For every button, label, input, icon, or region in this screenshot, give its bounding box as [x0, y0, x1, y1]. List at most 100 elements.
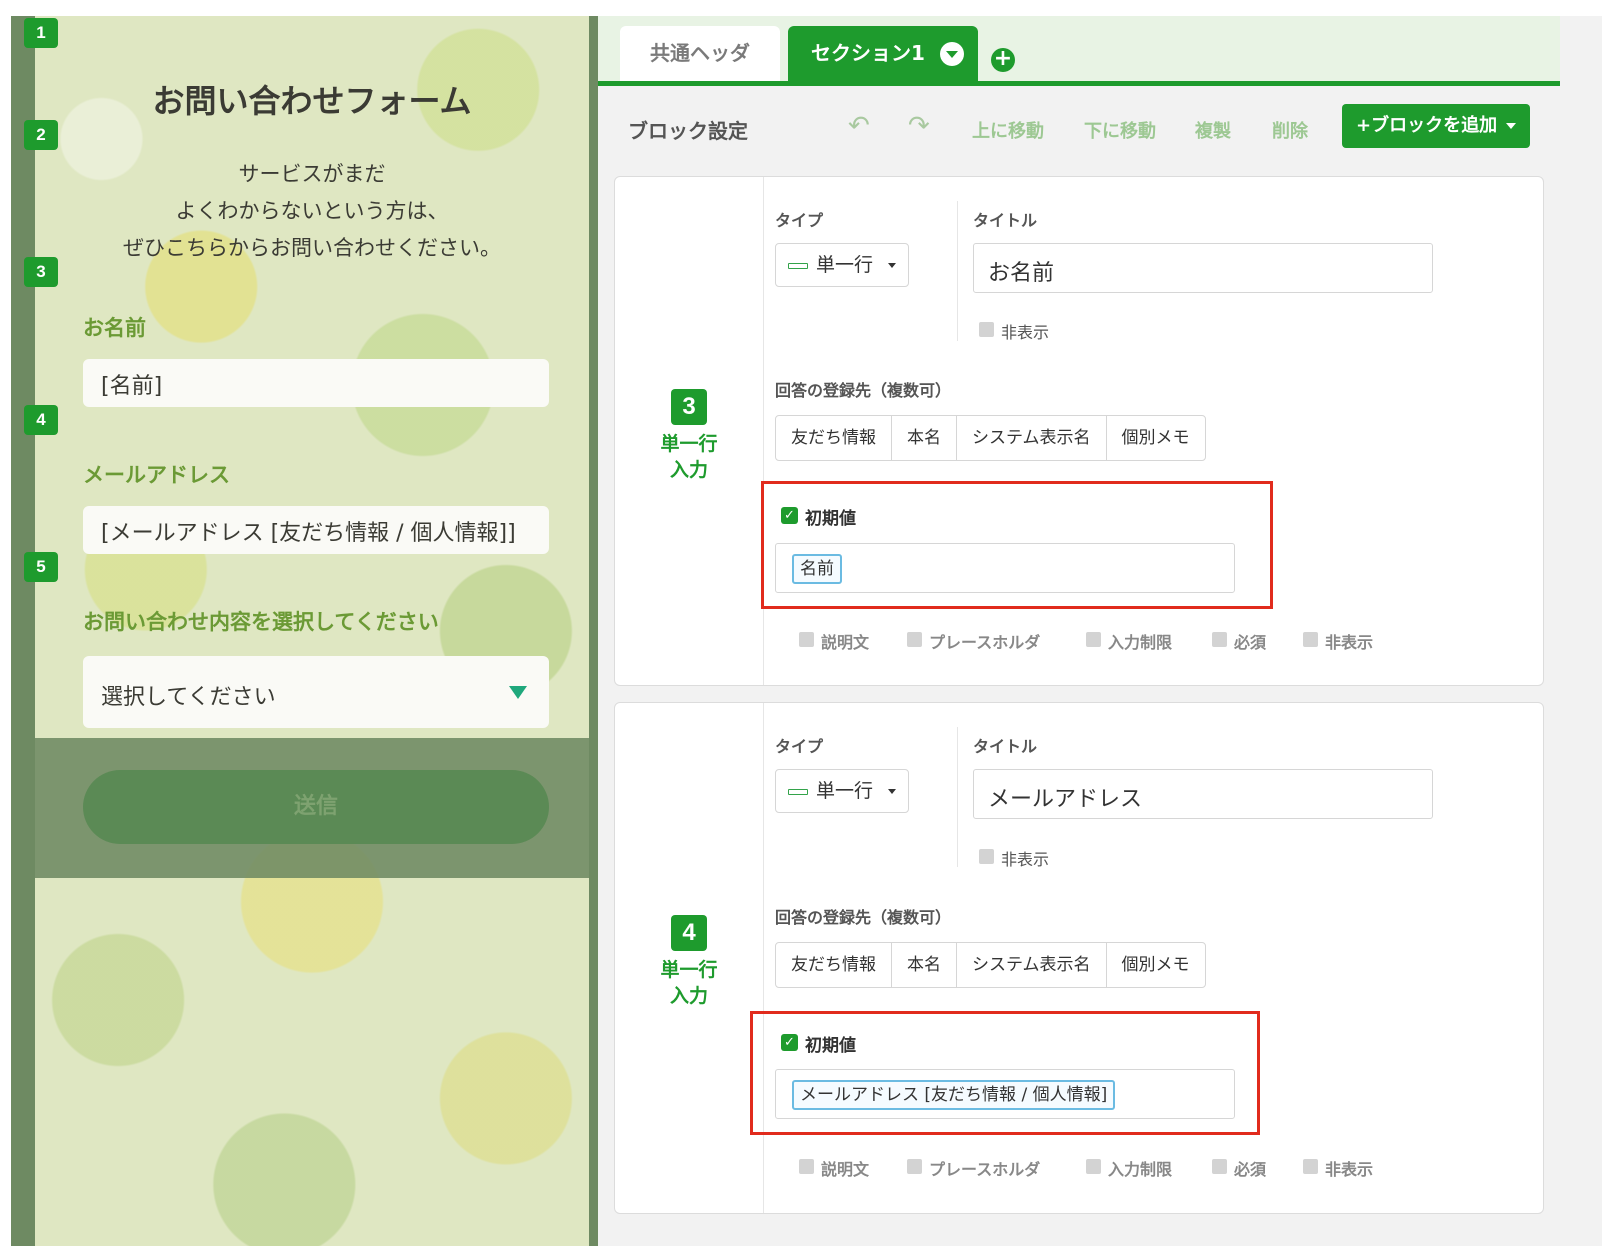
variable-chip[interactable]: メールアドレス [友だち情報 / 個人情報] [792, 1080, 1116, 1110]
type-label: タイプ [775, 211, 824, 230]
name-field-input[interactable]: [名前] [83, 359, 549, 407]
divider [957, 727, 958, 867]
hide-checkbox[interactable] [979, 849, 994, 864]
input-limit-option-label: 入力制限 [1108, 633, 1173, 652]
caret-down-icon [888, 789, 896, 794]
block-toolbar: ブロック設定 ↶ ↷ 上に移動 下に移動 複製 削除 +ブロックを追加 [598, 91, 1560, 166]
block-side: 4 単一行 入力 [615, 703, 763, 1213]
form-block[interactable]: 4 単一行 入力 タイプ 単一行 タイトル メールアドレス 非表示 回答の登録先… [614, 702, 1544, 1214]
divider [957, 201, 958, 341]
type-select[interactable]: 単一行 [775, 243, 909, 287]
block-type-line: 単一行 [660, 433, 718, 455]
destination-selector: 友だち情報 本名 システム表示名 個別メモ [775, 942, 1206, 988]
title-input[interactable]: メールアドレス [973, 769, 1433, 819]
add-block-label: +ブロックを追加 [1356, 115, 1498, 136]
single-line-icon [788, 789, 808, 795]
inquiry-select-value: 選択してください [101, 685, 276, 710]
form-title: お問い合わせフォーム [152, 82, 472, 120]
delete-button[interactable]: 削除 [1272, 117, 1308, 143]
destination-label: 回答の登録先（複数可） [775, 381, 952, 400]
title-input[interactable]: お名前 [973, 243, 1433, 293]
type-label: タイプ [775, 737, 824, 756]
hide-checkbox-label: 非表示 [1001, 850, 1050, 869]
undo-icon[interactable]: ↶ [848, 111, 870, 141]
tab-section-1[interactable]: セクション1 [788, 26, 978, 81]
form-block[interactable]: 3 単一行 入力 タイプ 単一行 タイトル お名前 非表示 回答の登録先（複数可… [614, 176, 1544, 686]
inquiry-select-label: お問い合わせ内容を選択してください [83, 610, 439, 634]
destination-option[interactable]: 友だち情報 [776, 943, 892, 987]
duplicate-button[interactable]: 複製 [1195, 117, 1231, 143]
hidden-option-checkbox[interactable] [1303, 1159, 1318, 1174]
add-section-icon[interactable]: + [991, 48, 1015, 72]
destination-option[interactable]: 個別メモ [1107, 943, 1205, 987]
form-description: サービスがまだ よくわからないという方は、 ぜひこちらからお問い合わせください。 [35, 156, 589, 267]
form-preview-canvas: お問い合わせフォーム サービスがまだ よくわからないという方は、 ぜひこちらから… [35, 16, 589, 1246]
description-option-label: 説明文 [821, 1160, 870, 1179]
required-option-label: 必須 [1234, 633, 1267, 652]
toolbar-title: ブロック設定 [628, 119, 748, 143]
block-number-badge: 2 [24, 120, 58, 150]
required-option-label: 必須 [1234, 1160, 1267, 1179]
block-type-line: 入力 [669, 459, 708, 481]
form-preview: お問い合わせフォーム サービスがまだ よくわからないという方は、 ぜひこちらから… [11, 16, 609, 1246]
placeholder-checkbox[interactable] [907, 632, 922, 647]
description-checkbox[interactable] [799, 1159, 814, 1174]
hide-checkbox-label: 非表示 [1001, 323, 1050, 342]
destination-option[interactable]: 友だち情報 [776, 416, 892, 460]
chevron-down-icon[interactable] [940, 42, 964, 66]
initial-value-checkbox[interactable]: ✓ [781, 507, 798, 524]
destination-option[interactable]: システム表示名 [957, 943, 1107, 987]
block-number-badge: 3 [24, 257, 58, 287]
caret-down-icon [509, 686, 527, 699]
title-label: タイトル [973, 737, 1038, 756]
destination-option[interactable]: システム表示名 [957, 416, 1107, 460]
email-field-input[interactable]: [メールアドレス [友だち情報 / 個人情報]] [83, 506, 549, 554]
placeholder-checkbox[interactable] [907, 1159, 922, 1174]
destination-selector: 友だち情報 本名 システム表示名 個別メモ [775, 415, 1206, 461]
type-select[interactable]: 単一行 [775, 769, 909, 813]
block-number-badge: 5 [24, 552, 58, 582]
description-option-label: 説明文 [821, 633, 870, 652]
destination-option[interactable]: 個別メモ [1107, 416, 1205, 460]
app-root: お問い合わせフォーム サービスがまだ よくわからないという方は、 ぜひこちらから… [0, 0, 1602, 1246]
initial-value-checkbox[interactable]: ✓ [781, 1034, 798, 1051]
section-tabbar: 共通ヘッダ セクション1 + [598, 16, 1560, 86]
inquiry-select[interactable]: 選択してください [83, 656, 549, 728]
block-type-line: 単一行 [660, 959, 718, 981]
initial-value-label: 初期値 [805, 509, 856, 529]
submit-button[interactable]: 送信 [83, 770, 549, 844]
input-limit-checkbox[interactable] [1086, 1159, 1101, 1174]
divider [763, 703, 764, 1213]
required-checkbox[interactable] [1212, 632, 1227, 647]
move-up-button[interactable]: 上に移動 [972, 117, 1044, 143]
input-limit-option-label: 入力制限 [1108, 1160, 1173, 1179]
tab-section-label: セクション1 [811, 41, 925, 65]
hidden-option-checkbox[interactable] [1303, 632, 1318, 647]
tab-common-header[interactable]: 共通ヘッダ [620, 26, 780, 81]
hidden-option-label: 非表示 [1325, 633, 1374, 652]
form-description-line: よくわからないという方は、 [175, 199, 449, 223]
input-limit-checkbox[interactable] [1086, 632, 1101, 647]
block-side: 3 単一行 入力 [615, 177, 763, 685]
block-type-name: 単一行 入力 [645, 957, 733, 1009]
block-number-badge: 3 [671, 389, 707, 425]
variable-chip[interactable]: 名前 [792, 554, 842, 584]
destination-option[interactable]: 本名 [892, 416, 957, 460]
destination-option[interactable]: 本名 [892, 943, 957, 987]
required-checkbox[interactable] [1212, 1159, 1227, 1174]
initial-value-input[interactable]: メールアドレス [友だち情報 / 個人情報] [775, 1069, 1235, 1119]
initial-value-input[interactable]: 名前 [775, 543, 1235, 593]
hide-checkbox[interactable] [979, 322, 994, 337]
destination-label: 回答の登録先（複数可） [775, 908, 952, 927]
block-number-badge: 4 [671, 915, 707, 951]
redo-icon[interactable]: ↷ [908, 111, 930, 141]
add-block-button[interactable]: +ブロックを追加 [1342, 104, 1530, 148]
type-select-value: 単一行 [816, 254, 874, 276]
title-label: タイトル [973, 211, 1038, 230]
initial-value-label: 初期値 [805, 1036, 856, 1056]
caret-down-icon [888, 263, 896, 268]
move-down-button[interactable]: 下に移動 [1084, 117, 1156, 143]
caret-down-icon [1506, 123, 1516, 129]
name-field-label: お名前 [83, 316, 146, 340]
description-checkbox[interactable] [799, 632, 814, 647]
